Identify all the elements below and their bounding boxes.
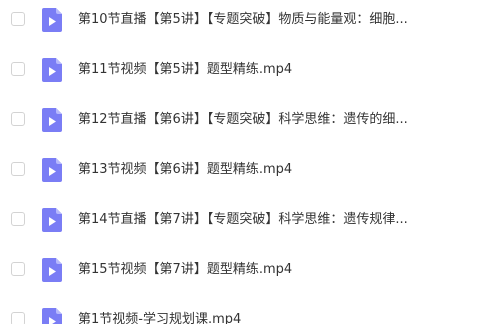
file-name[interactable]: 第14节直播【第7讲】【专题突破】科学思维：遗传规律... (78, 201, 478, 239)
select-checkbox[interactable] (11, 12, 25, 26)
video-file-icon (42, 158, 62, 182)
list-item[interactable]: 第10节直播【第5讲】【专题突破】物质与能量观：细胞... (0, 1, 485, 39)
file-name[interactable]: 第13节视频【第6讲】题型精练.mp4 (78, 151, 478, 189)
select-checkbox[interactable] (11, 162, 25, 176)
video-file-icon (42, 308, 62, 324)
file-name[interactable]: 第15节视频【第7讲】题型精练.mp4 (78, 251, 478, 289)
file-name[interactable]: 第12节直播【第6讲】【专题突破】科学思维：遗传的细... (78, 101, 478, 139)
select-checkbox[interactable] (11, 62, 25, 76)
select-checkbox[interactable] (11, 112, 25, 126)
file-name[interactable]: 第10节直播【第5讲】【专题突破】物质与能量观：细胞... (78, 1, 478, 39)
list-item[interactable]: 第14节直播【第7讲】【专题突破】科学思维：遗传规律... (0, 201, 485, 239)
video-file-icon (42, 58, 62, 82)
list-item[interactable]: 第15节视频【第7讲】题型精练.mp4 (0, 251, 485, 289)
file-name[interactable]: 第1节视频-学习规划课.mp4 (78, 301, 478, 324)
file-name[interactable]: 第11节视频【第5讲】题型精练.mp4 (78, 51, 478, 89)
video-file-icon (42, 208, 62, 232)
select-checkbox[interactable] (11, 262, 25, 276)
list-item[interactable]: 第12节直播【第6讲】【专题突破】科学思维：遗传的细... (0, 101, 485, 139)
select-checkbox[interactable] (11, 212, 25, 226)
select-checkbox[interactable] (11, 312, 25, 324)
list-item[interactable]: 第1节视频-学习规划课.mp4 (0, 301, 485, 324)
file-list: 第10节直播【第5讲】【专题突破】物质与能量观：细胞... 第11节视频【第5讲… (0, 0, 485, 324)
video-file-icon (42, 8, 62, 32)
list-item[interactable]: 第11节视频【第5讲】题型精练.mp4 (0, 51, 485, 89)
list-item[interactable]: 第13节视频【第6讲】题型精练.mp4 (0, 151, 485, 189)
video-file-icon (42, 258, 62, 282)
video-file-icon (42, 108, 62, 132)
